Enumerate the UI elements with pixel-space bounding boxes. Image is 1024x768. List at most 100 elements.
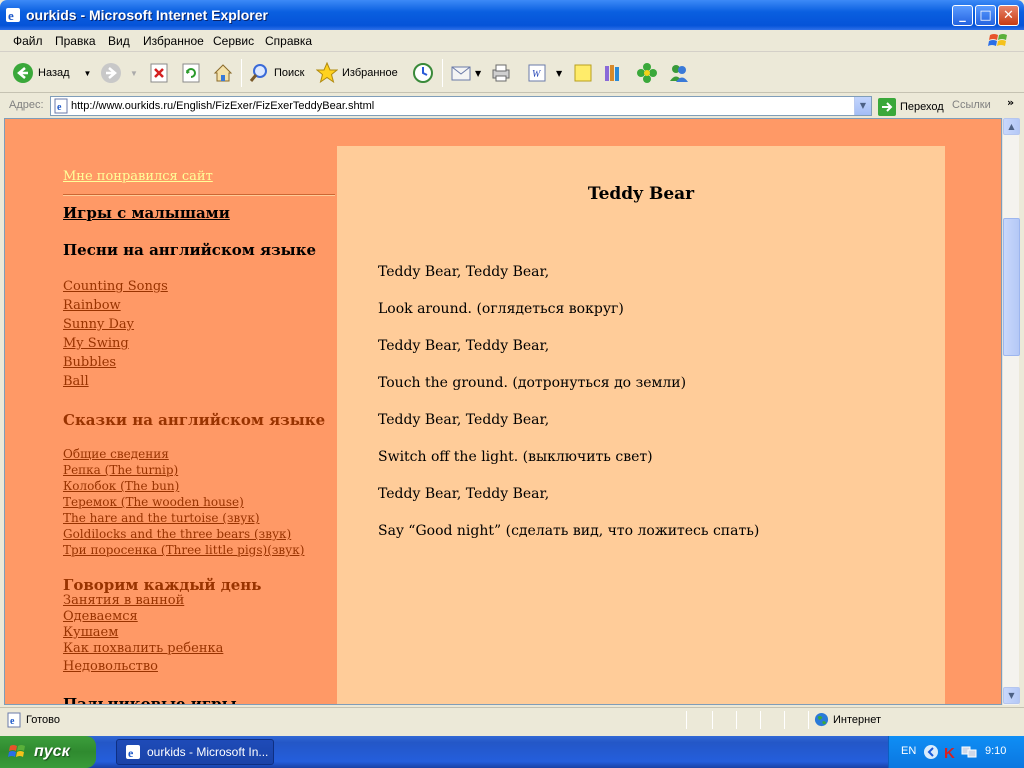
home-icon[interactable] (212, 62, 234, 84)
daily-heading: Говорим каждый день (63, 576, 262, 594)
status-bar: e Готово Интернет (0, 707, 1024, 731)
chevron-down-icon[interactable]: ▼ (130, 69, 138, 78)
mail-icon[interactable] (450, 62, 472, 84)
tale-link[interactable]: Колобок (The bun) (63, 479, 179, 493)
chevron-down-icon[interactable]: ▼ (556, 69, 562, 78)
toolbar: Назад ▼ ▼ Поиск Избранное ▼ W ▼ (0, 53, 1024, 93)
song-link[interactable]: Counting Songs (63, 279, 168, 294)
star-icon (316, 62, 338, 84)
menu-bar: Файл Правка Вид Избранное Сервис Справка (0, 30, 1024, 52)
menu-tools[interactable]: Сервис (213, 34, 254, 48)
poem-line: Teddy Bear, Teddy Bear, (378, 412, 550, 428)
menu-view[interactable]: Вид (108, 34, 130, 48)
svg-text:e: e (128, 746, 134, 760)
back-button[interactable]: Назад ▼ (12, 61, 91, 85)
chevron-down-icon[interactable]: ▼ (84, 69, 92, 78)
poem-line: Teddy Bear, Teddy Bear, (378, 338, 550, 354)
icq-flower-icon[interactable] (636, 62, 658, 84)
finger-games-heading: Пальчиковые игры (63, 695, 237, 705)
status-pane-divider (760, 711, 761, 729)
back-arrow-icon (13, 63, 33, 83)
messenger-icon[interactable] (668, 62, 690, 84)
system-tray: EN K 9:10 (888, 736, 1024, 768)
poem-line: Look around. (оглядеться вокруг) (378, 301, 624, 317)
scrollbar-thumb[interactable] (1003, 218, 1020, 356)
clock: 9:10 (985, 745, 1007, 757)
network-icon[interactable] (961, 744, 977, 760)
note-icon[interactable] (572, 62, 594, 84)
poem-line: Switch off the light. (выключить свет) (378, 449, 653, 465)
address-input[interactable]: e http://www.ourkids.ru/English/FizExer/… (50, 96, 872, 116)
status-pane-divider (686, 711, 687, 729)
daily-link[interactable]: Одеваемся (63, 609, 138, 624)
chevron-down-icon[interactable]: ▼ (854, 97, 871, 115)
liked-site-link[interactable]: Мне понравился сайт (63, 169, 213, 184)
daily-link[interactable]: Как похвалить ребенка (63, 641, 223, 656)
menu-edit[interactable]: Правка (55, 34, 96, 48)
daily-link[interactable]: Недовольство (63, 659, 158, 674)
status-pane-divider (712, 711, 713, 729)
taskbar-ie-task[interactable]: e ourkids - Microsoft In... (116, 739, 274, 765)
tale-link[interactable]: Репка (The turnip) (63, 463, 178, 477)
vertical-scrollbar[interactable]: ▲ ▼ (1002, 118, 1020, 705)
poem-line: Say “Good night” (сделать вид, что ложит… (378, 523, 760, 539)
tale-link[interactable]: Теремок (The wooden house) (63, 495, 244, 509)
print-icon[interactable] (490, 62, 512, 84)
song-link[interactable]: Bubbles (63, 355, 116, 370)
menu-favorites[interactable]: Избранное (143, 34, 204, 48)
word-edit-icon[interactable]: W (526, 62, 548, 84)
poem-line: Teddy Bear, Teddy Bear, (378, 486, 550, 502)
language-indicator[interactable]: EN (901, 745, 916, 757)
back-label: Назад (38, 67, 70, 79)
poem-line: Touch the ground. (дотронуться до земли) (378, 375, 687, 391)
address-url: http://www.ourkids.ru/English/FizExer/Fi… (71, 100, 375, 112)
status-pane-divider (736, 711, 737, 729)
daily-link[interactable]: Занятия в ванной (63, 593, 184, 608)
globe-icon (814, 712, 829, 727)
page-icon: e (54, 98, 68, 114)
page-viewport: Мне понравился сайт Игры с малышами Песн… (4, 118, 1002, 705)
svg-text:e: e (10, 716, 15, 727)
title-bar: e ourkids - Microsoft Internet Explorer … (0, 0, 1024, 30)
menu-help[interactable]: Справка (265, 34, 312, 48)
tale-link[interactable]: The hare and the turtoise (звук) (63, 511, 260, 525)
stop-icon[interactable] (148, 62, 170, 84)
tale-link[interactable]: Goldilocks and the three bears (звук) (63, 527, 291, 541)
history-icon[interactable] (412, 62, 434, 84)
chevron-right-icon[interactable]: » (1007, 96, 1014, 109)
poem-line: Teddy Bear, Teddy Bear, (378, 264, 550, 280)
ie-icon: e (126, 745, 140, 760)
research-icon[interactable] (602, 62, 624, 84)
links-label[interactable]: Ссылки (952, 99, 991, 111)
favorites-button[interactable]: Избранное (316, 61, 398, 85)
scroll-down-icon[interactable]: ▼ (1003, 687, 1020, 704)
tale-link[interactable]: Общие сведения (63, 447, 169, 461)
maximize-button[interactable]: □ (975, 5, 996, 26)
poem-title: Teddy Bear (587, 184, 695, 204)
song-link[interactable]: Ball (63, 374, 89, 389)
song-link[interactable]: My Swing (63, 336, 129, 351)
tale-link[interactable]: Три поросенка (Three little pigs)(звук) (63, 543, 304, 557)
security-zone: Интернет (833, 714, 881, 726)
scroll-up-icon[interactable]: ▲ (1003, 118, 1020, 135)
song-link[interactable]: Rainbow (63, 298, 121, 313)
chevron-left-icon[interactable] (923, 744, 939, 760)
antivirus-icon[interactable]: K (943, 744, 959, 760)
go-arrow-icon (878, 98, 896, 116)
close-button[interactable]: ✕ (998, 5, 1019, 26)
menu-file[interactable]: Файл (13, 34, 43, 48)
song-link[interactable]: Sunny Day (63, 317, 134, 332)
forward-button[interactable]: ▼ (100, 61, 138, 85)
start-button[interactable]: пуск (0, 736, 96, 768)
favorites-label: Избранное (342, 67, 398, 79)
status-text: Готово (26, 714, 60, 726)
search-button[interactable]: Поиск (248, 61, 304, 85)
ie-icon: e (6, 8, 20, 23)
refresh-icon[interactable] (180, 62, 202, 84)
go-button[interactable]: Переход (878, 98, 944, 116)
minimize-button[interactable]: _ (952, 5, 973, 26)
ie-window: e ourkids - Microsoft Internet Explorer … (0, 0, 1024, 736)
games-link[interactable]: Игры с малышами (63, 204, 230, 222)
chevron-down-icon[interactable]: ▼ (475, 69, 481, 78)
daily-link[interactable]: Кушаем (63, 625, 118, 640)
